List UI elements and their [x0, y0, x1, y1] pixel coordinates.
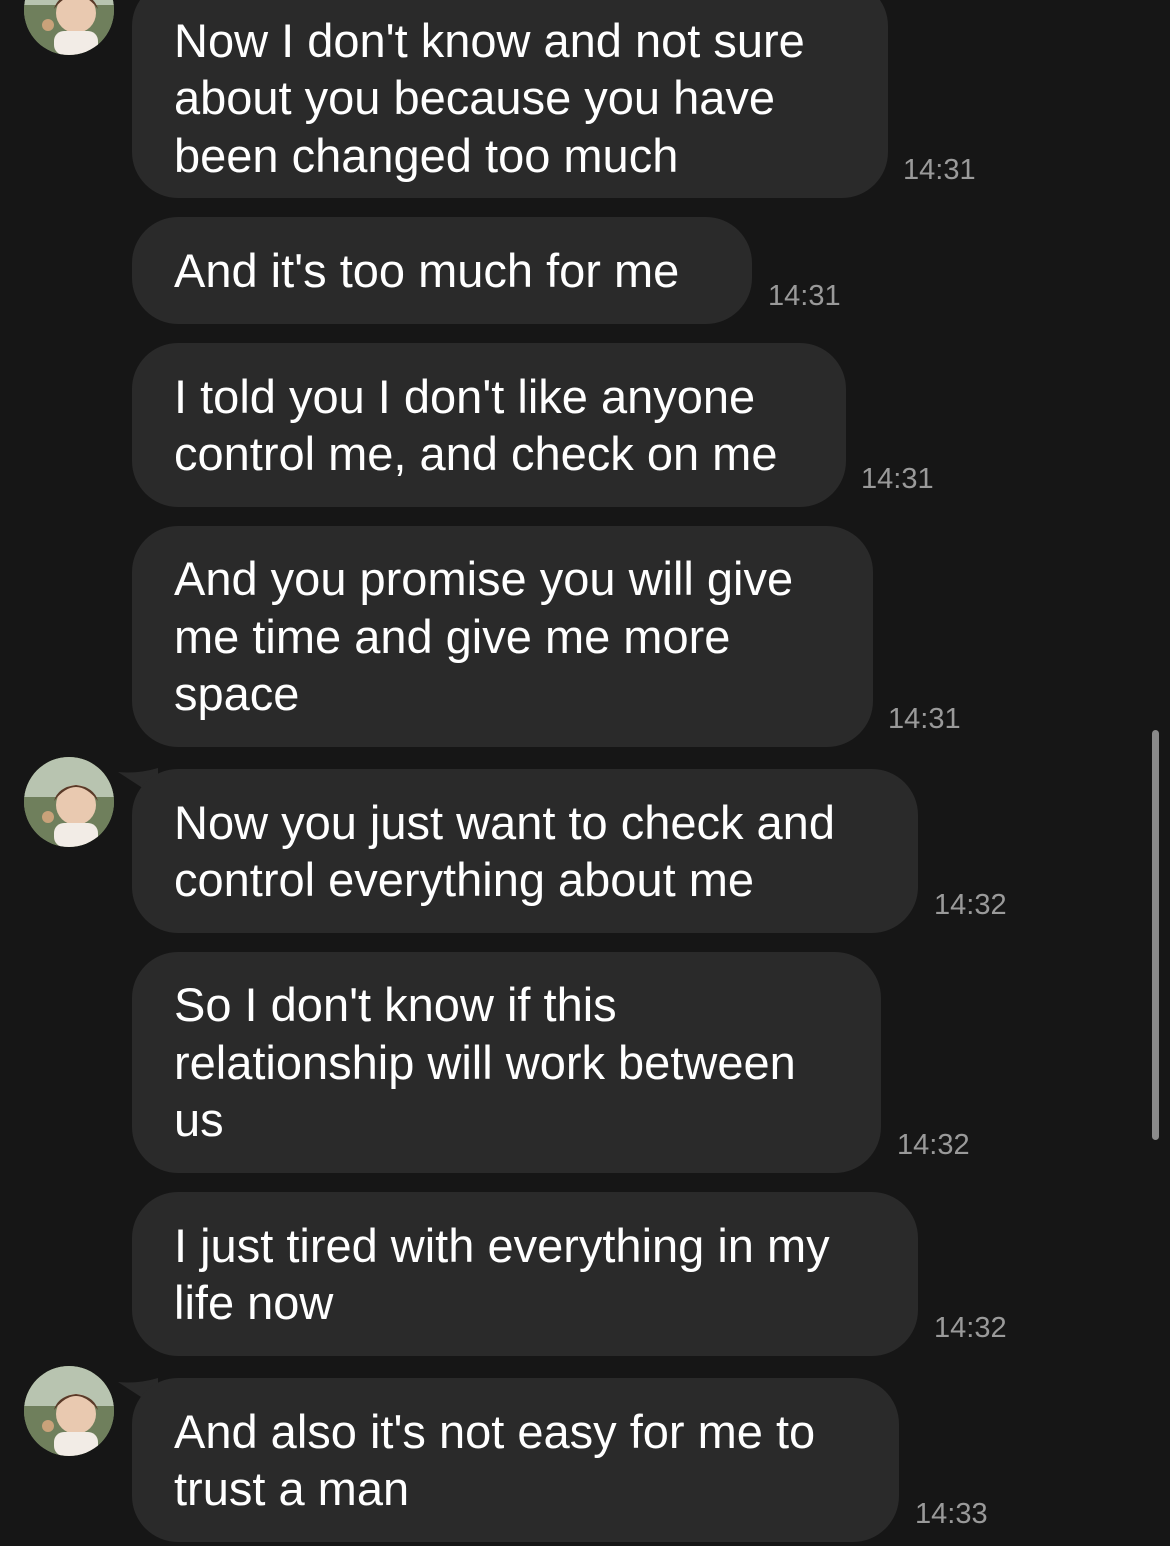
contact-avatar[interactable]	[24, 757, 114, 847]
scrollbar-thumb[interactable]	[1152, 730, 1159, 1140]
message-bubble[interactable]: I just tired with everything in my life …	[132, 1192, 918, 1356]
message-timestamp: 14:32	[934, 1312, 1007, 1344]
message-bubble[interactable]: I told you I don't like anyone control m…	[132, 343, 846, 507]
message-text: I told you I don't like anyone control m…	[174, 369, 778, 481]
chat-thread: Now I don't know and not sure about you …	[0, 0, 1170, 1546]
message-timestamp: 14:31	[888, 703, 961, 735]
avatar-photo-icon	[24, 1366, 114, 1456]
message-timestamp: 14:31	[768, 280, 841, 312]
message-timestamp: 14:33	[915, 1498, 988, 1530]
message-text: So I don't know if this relationship wil…	[174, 978, 796, 1147]
message-bubble[interactable]: So I don't know if this relationship wil…	[132, 952, 881, 1173]
message-text: Now I don't know and not sure about you …	[174, 13, 805, 182]
avatar-photo-icon	[24, 757, 114, 847]
contact-avatar[interactable]	[24, 0, 114, 55]
message-text: And it's too much for me	[174, 243, 680, 297]
message-bubble[interactable]: Now I don't know and not sure about you …	[132, 0, 888, 198]
message-timestamp: 14:31	[861, 463, 934, 495]
message-bubble[interactable]: Now you just want to check and control e…	[132, 769, 918, 933]
message-bubble[interactable]: And also it's not easy for me to trust a…	[132, 1378, 899, 1542]
message-timestamp: 14:31	[903, 154, 976, 186]
message-text: Now you just want to check and control e…	[174, 795, 835, 907]
contact-avatar[interactable]	[24, 1366, 114, 1456]
avatar-photo-icon	[24, 0, 114, 55]
message-timestamp: 14:32	[897, 1129, 970, 1161]
message-timestamp: 14:32	[934, 889, 1007, 921]
message-bubble[interactable]: And you promise you will give me time an…	[132, 526, 873, 747]
message-text: I just tired with everything in my life …	[174, 1218, 830, 1330]
message-bubble[interactable]: And it's too much for me	[132, 217, 752, 324]
message-text: And also it's not easy for me to trust a…	[174, 1404, 816, 1516]
message-text: And you promise you will give me time an…	[174, 552, 794, 721]
